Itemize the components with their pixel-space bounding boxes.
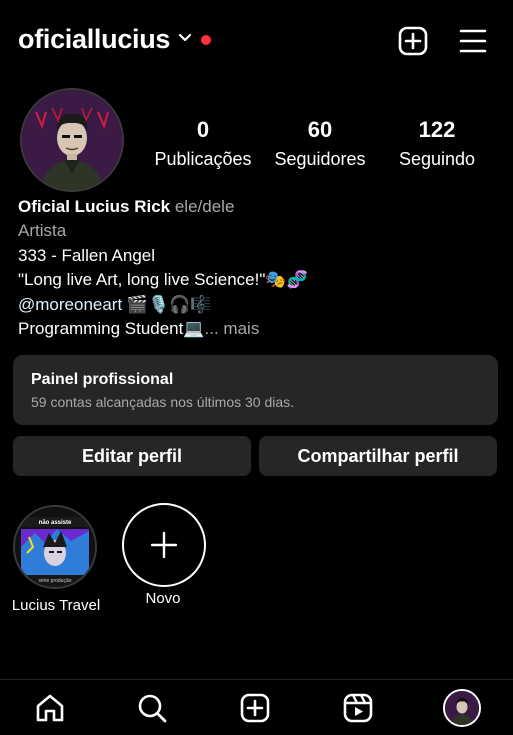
posts-count: 0 bbox=[196, 117, 210, 142]
share-profile-button[interactable]: Compartilhar perfil bbox=[259, 436, 497, 476]
posts-stat[interactable]: 0 Publicações bbox=[148, 117, 258, 170]
dashboard-subtitle: 59 contas alcançadas nos últimos 30 dias… bbox=[31, 394, 295, 410]
edit-profile-button[interactable]: Editar perfil bbox=[13, 436, 251, 476]
notification-dot bbox=[201, 35, 211, 45]
highlight-lucius-travel[interactable]: não assiste série produção bbox=[13, 505, 97, 589]
create-icon[interactable] bbox=[239, 692, 271, 724]
followers-stat[interactable]: 60 Seguidores bbox=[265, 117, 375, 170]
following-label: Seguindo bbox=[398, 149, 476, 169]
followers-count: 60 bbox=[307, 117, 333, 142]
highlight-cover-top-text: não assiste bbox=[39, 520, 72, 526]
bio-line-4-text: Programming Student💻 bbox=[18, 319, 205, 338]
search-icon[interactable] bbox=[136, 692, 168, 724]
following-stat[interactable]: 122 Seguindo bbox=[382, 117, 492, 170]
plus-icon bbox=[150, 531, 178, 559]
display-name: Oficial Lucius Rick bbox=[18, 197, 171, 216]
dashboard-title: Painel profissional bbox=[31, 371, 174, 388]
professional-dashboard[interactable]: Painel profissional 59 contas alcançadas… bbox=[13, 355, 498, 425]
highlight-cover: não assiste série produção bbox=[15, 507, 95, 587]
pronouns: ele/dele bbox=[174, 197, 235, 216]
following-count: 122 bbox=[418, 117, 456, 142]
bio-line-3: @moreoneart 🎬🎙️🎧🎼 bbox=[18, 293, 212, 318]
bio-line-1: 333 - Fallen Angel bbox=[18, 246, 156, 265]
followers-label: Seguidores bbox=[274, 149, 366, 169]
posts-label: Publicações bbox=[154, 149, 252, 169]
new-highlight-button[interactable] bbox=[122, 503, 206, 587]
new-highlight-label: Novo bbox=[145, 590, 181, 607]
profile-username[interactable]: oficiallucius bbox=[18, 24, 170, 55]
bio-more-link[interactable]: ... mais bbox=[205, 319, 260, 338]
bio-mention-link[interactable]: @moreoneart bbox=[18, 295, 122, 314]
chevron-down-icon[interactable] bbox=[178, 33, 192, 43]
highlight-cover-bottom-text: série produção bbox=[38, 578, 71, 584]
home-icon[interactable] bbox=[34, 692, 66, 724]
avatar-mini-icon bbox=[445, 691, 479, 725]
bio-mention-emojis: 🎬🎙️🎧🎼 bbox=[122, 295, 212, 314]
profile-avatar[interactable] bbox=[20, 88, 124, 192]
highlight-label: Lucius Travel bbox=[11, 597, 101, 614]
menu-icon[interactable] bbox=[457, 25, 489, 57]
bio-line-4: Programming Student💻... mais bbox=[18, 317, 259, 342]
reels-icon[interactable] bbox=[342, 692, 374, 724]
bio-name-row: Oficial Lucius Rick ele/dele bbox=[18, 195, 234, 220]
profile-tab-avatar[interactable] bbox=[443, 689, 481, 727]
bio-category: Artista bbox=[18, 221, 67, 240]
avatar-illustration bbox=[22, 90, 122, 190]
bio-line-2: "Long live Art, long live Science!"🎭🧬 bbox=[18, 270, 308, 289]
plus-square-icon[interactable] bbox=[397, 25, 429, 57]
